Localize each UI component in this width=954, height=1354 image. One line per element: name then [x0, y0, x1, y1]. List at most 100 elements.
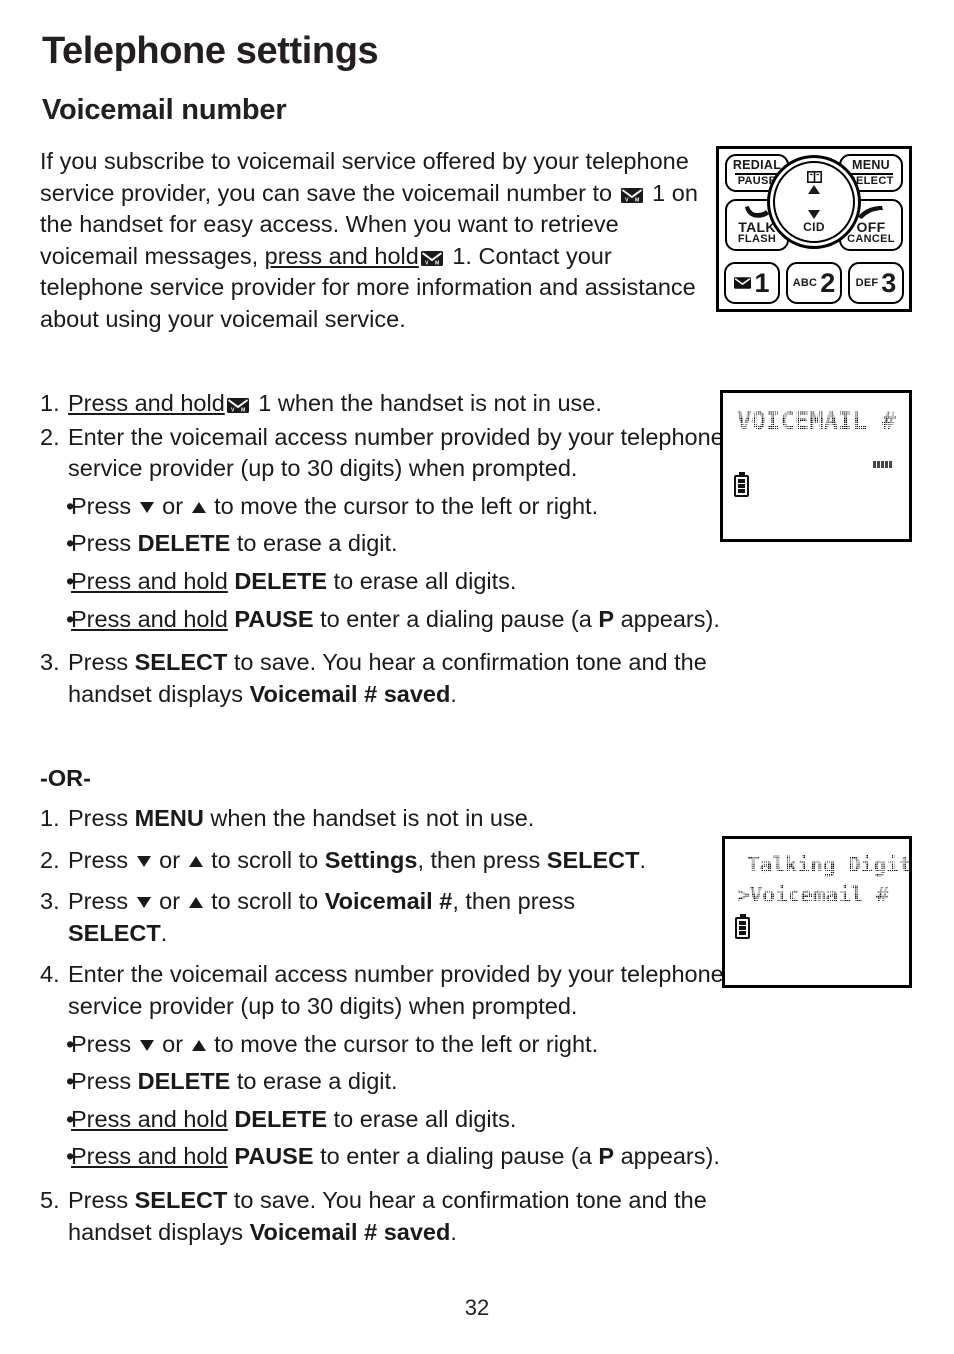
step-post: .: [639, 846, 647, 873]
bullet-marker: •: [66, 530, 75, 557]
navigation-ring: CID: [767, 155, 861, 249]
list-text: Enter the voicemail access number provid…: [68, 423, 724, 482]
bullet-pre: Press: [71, 1068, 138, 1095]
list-number: 3.: [40, 888, 60, 915]
list-number: 5.: [40, 1186, 60, 1213]
down-arrow-icon: [139, 501, 154, 513]
svg-text:M: M: [435, 260, 439, 265]
procedure-list-one: 1. Press and hold V M 1 when the handset i…: [40, 388, 730, 712]
list-item: 1. Press MENU when the handset is not in…: [40, 803, 730, 835]
number-keys-row: 1 ABC 2 DEF 3: [724, 262, 904, 304]
list-item: 1. Press and hold V M 1 when the handset i…: [40, 388, 730, 420]
envelope-icon: VM: [620, 187, 643, 203]
list-item: • Press DELETE to erase a digit.: [40, 1066, 730, 1098]
key-label-delete: DELETE: [234, 567, 328, 594]
step-post: .: [450, 1218, 457, 1245]
svg-text:M: M: [241, 408, 245, 413]
key-label-select: SELECT: [134, 649, 228, 676]
list-number: 2.: [40, 423, 60, 450]
list-text: Press or to scroll to Settings, then pre…: [68, 846, 647, 873]
manual-page: Telephone settings Voicemail number If y…: [0, 0, 954, 1354]
press-and-hold-underlined: Press and hold: [68, 390, 225, 416]
bullet-mid: to enter a dialing pause (a: [313, 605, 599, 632]
up-arrow-icon: [191, 1039, 206, 1051]
list-item: 3. Press or to scroll to Voicemail #, th…: [40, 886, 690, 949]
signal-bars-icon: [873, 461, 892, 468]
key-digit: 2: [820, 267, 836, 298]
list-number: 2.: [40, 846, 60, 873]
key-label-menu: MENU: [134, 805, 204, 831]
up-arrow-icon: [188, 897, 203, 909]
key-digit: 3: [881, 267, 897, 298]
up-arrow-icon: [188, 855, 203, 867]
list-item: • Press or to move the cursor to the lef…: [40, 491, 730, 523]
down-arrow-icon: [139, 1039, 154, 1051]
bullet-pre: Press: [71, 492, 138, 519]
step-pre: Press: [68, 805, 135, 831]
bullet-text: Press and hold DELETE to erase all digit…: [71, 1104, 730, 1136]
handset-keypad-illustration: REDIAL PAUSE MENU SELECT TALK FLASH OFF …: [716, 146, 912, 312]
lcd-dot-text: VOICEMAIL #: [737, 407, 896, 435]
list-item: 4. Enter the voicemail access number pro…: [40, 959, 730, 1022]
list-item: 2. Press or to scroll to Settings, then …: [40, 845, 730, 877]
list-text: Press MENU when the handset is not in us…: [68, 803, 730, 835]
bullet-text: Press and hold PAUSE to enter a dialing …: [71, 604, 730, 636]
step-pre: Press: [68, 888, 135, 915]
svg-text:V: V: [425, 260, 429, 265]
or-divider: -OR-: [40, 765, 91, 791]
bullet-text: Press DELETE to erase a digit.: [71, 528, 730, 560]
step-pre: Press: [68, 846, 135, 873]
list-text: Press SELECT to save. You hear a confirm…: [68, 1185, 730, 1248]
key-line1: OFF: [856, 218, 886, 235]
envelope-icon: VM: [420, 250, 443, 266]
bullet-text: Press or to move the cursor to the left …: [71, 492, 599, 519]
list-item: • Press and hold DELETE to erase all dig…: [40, 566, 730, 598]
menu-item-voicemail: Voicemail #: [324, 888, 453, 915]
key-label-select: SELECT: [68, 919, 161, 946]
press-and-hold-underlined: Press and hold: [71, 1143, 228, 1170]
key-label-delete: DELETE: [137, 1068, 231, 1095]
list-number: 4.: [40, 961, 60, 988]
step-mid: to scroll to: [204, 888, 325, 915]
chapter-title: Telephone settings: [42, 30, 379, 72]
bullet-text: Press DELETE to erase a digit.: [71, 1066, 730, 1098]
down-arrow-icon: [136, 897, 151, 909]
intro-press-and-hold: press and hold: [264, 242, 419, 269]
bullet-post: appears).: [614, 1143, 720, 1170]
bullet-marker: •: [66, 605, 75, 632]
up-arrow-icon: [191, 501, 206, 513]
list-number: 1.: [40, 805, 60, 831]
bullet-post: to erase all digits.: [327, 1105, 517, 1132]
battery-icon: [734, 475, 749, 497]
page-number: 32: [464, 1295, 490, 1320]
display-text: Voicemail # saved: [249, 680, 451, 707]
step-post: .: [450, 680, 457, 707]
svg-text:V: V: [231, 408, 235, 413]
list-item: • Press DELETE to erase a digit.: [40, 528, 730, 560]
step-pre: Press: [68, 1186, 135, 1213]
key-label-select: SELECT: [134, 1186, 228, 1213]
step-post: .: [160, 919, 168, 946]
up-arrow-icon: [808, 184, 820, 194]
key-digit: 1: [754, 267, 770, 298]
display-text: Voicemail # saved: [249, 1218, 451, 1245]
key-label-pause: PAUSE: [234, 605, 314, 632]
bullet-post: to erase a digit.: [230, 530, 398, 557]
list-text: Press SELECT to save. You hear a confirm…: [68, 647, 730, 710]
bullet-marker: •: [66, 1068, 75, 1095]
bullet-text: Press and hold DELETE to erase all digit…: [71, 566, 730, 598]
svg-text:V: V: [625, 197, 629, 202]
bullet-text: Press and hold PAUSE to enter a dialing …: [71, 1141, 730, 1173]
lcd-line-1: Talking Digit: [747, 853, 909, 877]
envelope-icon: [734, 277, 752, 289]
procedure-list-two: 1. Press MENU when the handset is not in…: [40, 803, 730, 1250]
list-item: • Press and hold DELETE to erase all dig…: [40, 1104, 730, 1136]
list-item: • Press or to move the cursor to the lef…: [40, 1029, 730, 1061]
bullet-post: appears).: [614, 605, 720, 632]
bullet-pre: Press: [71, 530, 138, 557]
lcd-line-2: >Voicemail #: [737, 883, 889, 907]
key-label-pause: PAUSE: [234, 1143, 314, 1170]
intro-text-part1: If you subscribe to voicemail service of…: [40, 148, 689, 206]
bullet-post: to erase all digits.: [327, 567, 517, 594]
key-letters: ABC: [792, 277, 818, 289]
